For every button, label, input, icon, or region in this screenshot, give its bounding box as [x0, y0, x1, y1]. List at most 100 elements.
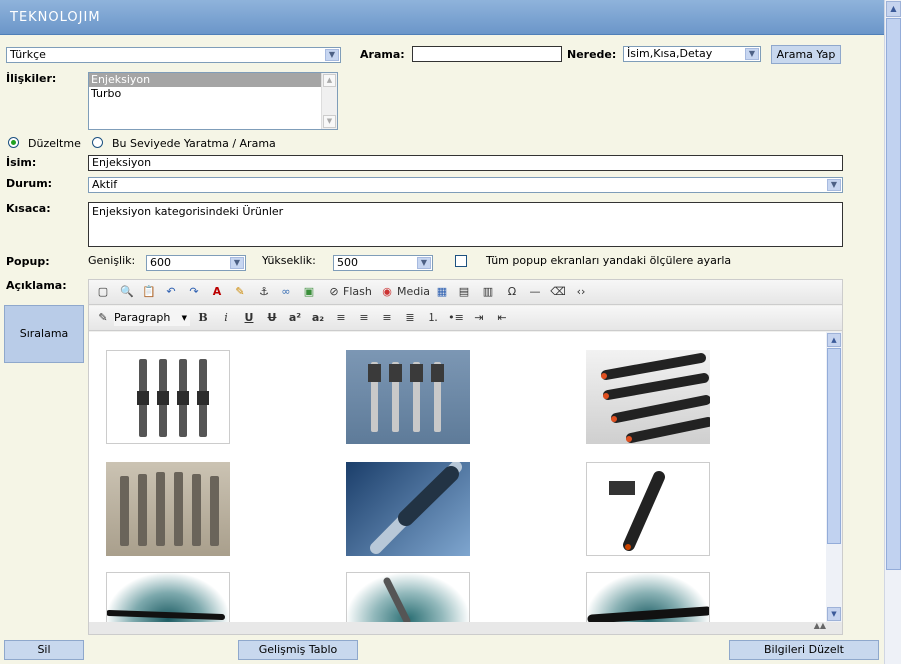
radio-dot-icon	[11, 140, 16, 145]
italic-icon[interactable]: i	[218, 310, 234, 326]
numbered-list-icon[interactable]: ⒈	[425, 310, 441, 326]
sort-button[interactable]: Sıralama	[4, 305, 84, 363]
injector-image-9[interactable]	[586, 572, 710, 622]
flash-icon[interactable]: ⊘	[326, 284, 342, 300]
table-edit-icon[interactable]: ▤	[456, 284, 472, 300]
advanced-table-button[interactable]: Gelişmiş Tablo	[238, 640, 358, 660]
code-icon[interactable]: ‹›	[573, 284, 589, 300]
format-select[interactable]: Paragraph ▼	[114, 310, 190, 326]
short-label: Kısaca:	[6, 202, 51, 215]
mode-edit-radio[interactable]	[8, 137, 19, 148]
text-color-icon[interactable]: A	[209, 284, 225, 300]
indent-icon[interactable]: ⇥	[471, 310, 487, 326]
injector-image-6[interactable]	[586, 462, 710, 556]
scroll-up-icon[interactable]: ▲	[827, 333, 841, 347]
popup-apply-all-label: Tüm popup ekranları yandaki ölçülere aya…	[486, 254, 732, 267]
align-right-icon[interactable]: ≡	[379, 310, 395, 326]
injector-image-9-svg	[587, 606, 709, 622]
page-scrollbar[interactable]: ▲	[884, 0, 901, 664]
bold-icon[interactable]: B	[195, 310, 211, 326]
template-icon[interactable]: ▥	[480, 284, 496, 300]
delete-button[interactable]: Sil	[4, 640, 84, 660]
outdent-icon[interactable]: ⇤	[494, 310, 510, 326]
editor-scroll-thumb[interactable]	[827, 348, 841, 544]
popup-apply-all-checkbox[interactable]	[455, 255, 467, 267]
find-icon[interactable]: 🔍	[119, 284, 135, 300]
undo-icon[interactable]: ↶	[163, 284, 179, 300]
relations-item-1[interactable]: Enjeksiyon	[89, 73, 337, 87]
injector-image-4[interactable]	[106, 462, 230, 556]
description-label: Açıklama:	[6, 279, 67, 292]
image-icon[interactable]: ▣	[301, 284, 317, 300]
strikethrough-icon[interactable]: U	[264, 310, 280, 326]
injector-image-5[interactable]	[346, 462, 470, 556]
superscript-icon[interactable]: a²	[287, 310, 303, 326]
media-label[interactable]: Media	[397, 284, 430, 300]
status-select[interactable]: Aktif ▼	[88, 177, 843, 193]
injector-image-2-svg	[368, 362, 444, 432]
table-icon[interactable]: ▦	[434, 284, 450, 300]
scroll-down-icon[interactable]: ▼	[323, 115, 336, 128]
relations-listbox[interactable]: Enjeksiyon Turbo ▲ ▼	[88, 72, 338, 130]
align-left-icon[interactable]: ≡	[333, 310, 349, 326]
injector-image-8[interactable]	[346, 572, 470, 622]
chevron-down-icon[interactable]: ▼	[417, 257, 431, 269]
highlight-icon[interactable]: ✎	[232, 284, 248, 300]
mode-create-radio[interactable]	[92, 137, 103, 148]
search-where-selected: İsim,Kısa,Detay	[627, 47, 713, 60]
injector-image-3-svg	[601, 353, 710, 443]
resize-icon[interactable]: ▲▲	[814, 621, 826, 630]
scroll-up-icon[interactable]: ▲	[323, 74, 336, 87]
injector-image-7[interactable]	[106, 572, 230, 622]
injector-image-2[interactable]	[346, 350, 470, 444]
search-button[interactable]: Arama Yap	[771, 45, 841, 64]
chevron-down-icon[interactable]: ▼	[325, 49, 339, 61]
popup-height-select[interactable]: 500 ▼	[333, 255, 433, 271]
popup-width-select[interactable]: 600 ▼	[146, 255, 246, 271]
relations-label: İlişkiler:	[6, 72, 57, 85]
flash-label[interactable]: Flash	[343, 284, 372, 300]
popup-height-value: 500	[337, 256, 358, 269]
cleanup-icon[interactable]: ⌫	[550, 284, 566, 300]
redo-icon[interactable]: ↷	[186, 284, 202, 300]
paste-icon[interactable]: 📋	[141, 284, 157, 300]
relations-scrollbar[interactable]: ▲ ▼	[321, 73, 337, 129]
chevron-down-icon[interactable]: ▼	[745, 48, 759, 60]
relations-item-2[interactable]: Turbo	[89, 87, 337, 101]
align-center-icon[interactable]: ≡	[356, 310, 372, 326]
underline-icon[interactable]: U	[241, 310, 257, 326]
popup-width-label: Genişlik:	[88, 254, 136, 267]
horizontal-rule-icon[interactable]: —	[527, 284, 543, 300]
align-justify-icon[interactable]: ≣	[402, 310, 418, 326]
chevron-down-icon[interactable]: ▼	[230, 257, 244, 269]
editor-statusbar: ▲▲	[89, 621, 842, 634]
injector-image-3[interactable]	[586, 350, 710, 444]
chevron-down-icon[interactable]: ▼	[827, 179, 841, 191]
search-label: Arama:	[360, 48, 405, 61]
app-logo: TEKNOLOJIM	[10, 10, 101, 25]
subscript-icon[interactable]: a₂	[310, 310, 326, 326]
update-button[interactable]: Bilgileri Düzelt	[729, 640, 879, 660]
injector-image-4-svg	[120, 472, 219, 546]
bullet-list-icon[interactable]: •≡	[448, 310, 464, 326]
scroll-thumb[interactable]	[886, 18, 901, 570]
special-char-icon[interactable]: Ω	[504, 284, 520, 300]
injector-image-1[interactable]	[106, 350, 230, 444]
rich-text-editor[interactable]: ▢ 🔍 📋 ↶ ↷ A ✎ ⚓ ∞ ▣ ⊘ Flash ◉ Media ▦ ▤ …	[88, 279, 843, 635]
fullscreen-icon[interactable]: ▢	[95, 284, 111, 300]
editor-scrollbar[interactable]: ▲ ▼	[826, 332, 842, 622]
anchor-icon[interactable]: ⚓	[256, 284, 272, 300]
media-icon[interactable]: ◉	[379, 284, 395, 300]
name-input[interactable]: Enjeksiyon	[88, 155, 843, 171]
scroll-down-icon[interactable]: ▼	[827, 607, 841, 621]
editor-content[interactable]	[89, 332, 826, 622]
search-input[interactable]	[412, 46, 562, 62]
injector-image-6-svg	[609, 471, 665, 551]
style-icon[interactable]: ✎	[95, 310, 111, 326]
link-icon[interactable]: ∞	[278, 284, 294, 300]
search-where-select[interactable]: İsim,Kısa,Detay ▼	[623, 46, 761, 62]
short-textarea[interactable]: Enjeksiyon kategorisindeki Ürünler	[88, 202, 843, 247]
scroll-up-icon[interactable]: ▲	[886, 1, 901, 17]
language-select[interactable]: Türkçe ▼	[6, 47, 341, 63]
chevron-down-icon[interactable]: ▼	[182, 310, 187, 326]
